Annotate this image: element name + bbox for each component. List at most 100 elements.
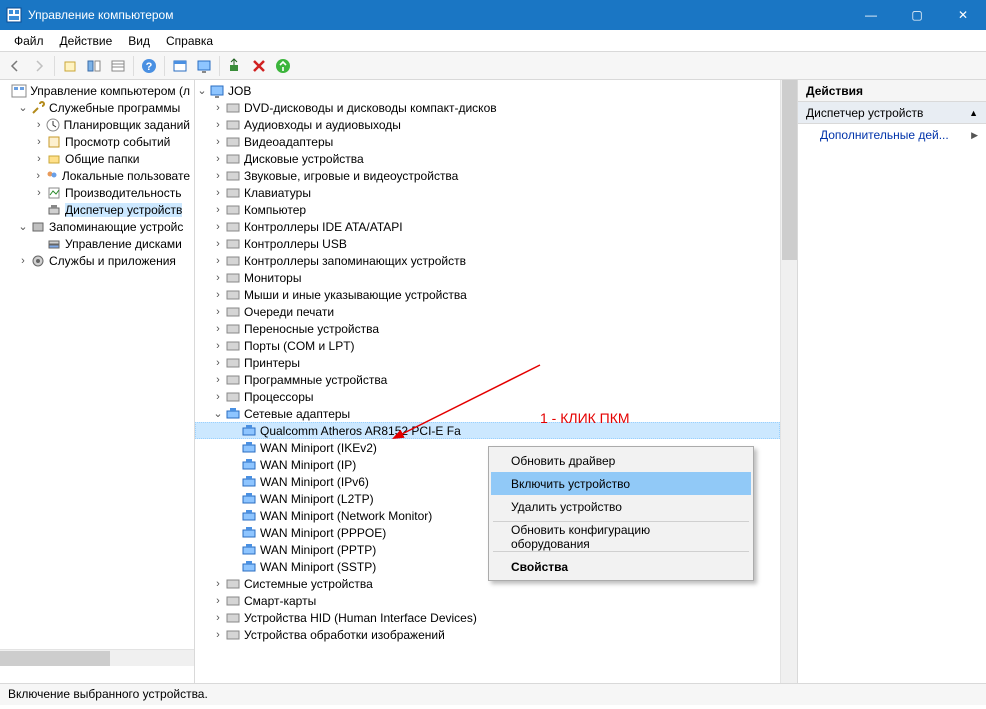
- monitor-icon[interactable]: [193, 55, 215, 77]
- perf-icon: [46, 185, 62, 201]
- category-icon: [225, 576, 241, 592]
- device-network-item[interactable]: Qualcomm Atheros AR8152 PCI-E Fa: [195, 422, 780, 439]
- ctx-scan-hardware[interactable]: Обновить конфигурацию оборудования: [491, 525, 751, 548]
- computer-icon: [209, 83, 225, 99]
- device-category[interactable]: ›Дисковые устройства: [195, 150, 780, 167]
- category-icon: [225, 117, 241, 133]
- category-icon: [225, 253, 241, 269]
- category-icon: [225, 287, 241, 303]
- adapter-icon: [241, 474, 257, 490]
- tree-event-viewer[interactable]: ›Просмотр событий: [0, 133, 194, 150]
- device-category[interactable]: ›Аудиовходы и аудиовыходы: [195, 116, 780, 133]
- ctx-enable-device[interactable]: Включить устройство: [491, 472, 751, 495]
- device-category[interactable]: ›Устройства HID (Human Interface Devices…: [195, 609, 780, 626]
- tree-task-scheduler[interactable]: ›Планировщик заданий: [0, 116, 194, 133]
- device-category[interactable]: ›Переносные устройства: [195, 320, 780, 337]
- tree-device-manager[interactable]: Диспетчер устройств: [0, 201, 194, 218]
- category-icon: [225, 168, 241, 184]
- adapter-icon: [241, 423, 257, 439]
- category-icon: [225, 185, 241, 201]
- device-category[interactable]: ›Очереди печати: [195, 303, 780, 320]
- navigation-tree[interactable]: Управление компьютером (л ⌄ Служебные пр…: [0, 80, 195, 683]
- device-category[interactable]: ›Принтеры: [195, 354, 780, 371]
- device-category[interactable]: ›Программные устройства: [195, 371, 780, 388]
- category-icon: [225, 304, 241, 320]
- device-category[interactable]: ›Клавиатуры: [195, 184, 780, 201]
- event-icon: [46, 134, 62, 150]
- device-category[interactable]: ›Контроллеры запоминающих устройств: [195, 252, 780, 269]
- device-category[interactable]: ›Контроллеры IDE ATA/ATAPI: [195, 218, 780, 235]
- delete-icon[interactable]: [248, 55, 270, 77]
- device-root[interactable]: ⌄JOB: [195, 82, 780, 99]
- category-icon: [225, 389, 241, 405]
- device-category[interactable]: ›Контроллеры USB: [195, 235, 780, 252]
- device-category[interactable]: ›Процессоры: [195, 388, 780, 405]
- tree-system-tools[interactable]: ⌄ Служебные программы: [0, 99, 194, 116]
- device-mgr-icon: [46, 202, 62, 218]
- minimize-button[interactable]: —: [848, 0, 894, 30]
- category-icon: [225, 338, 241, 354]
- menu-file[interactable]: Файл: [6, 32, 52, 50]
- collapse-icon[interactable]: ▲: [969, 108, 978, 118]
- adapter-icon: [241, 457, 257, 473]
- enable-icon[interactable]: [272, 55, 294, 77]
- device-category[interactable]: ›Мыши и иные указывающие устройства: [195, 286, 780, 303]
- category-icon: [225, 270, 241, 286]
- actions-section[interactable]: Диспетчер устройств ▲: [798, 102, 986, 124]
- tree-disk-mgmt[interactable]: Управление дисками: [0, 235, 194, 252]
- tree-shared-folders[interactable]: ›Общие папки: [0, 150, 194, 167]
- device-category[interactable]: ›Видеоадаптеры: [195, 133, 780, 150]
- statusbar: Включение выбранного устройства.: [0, 683, 986, 705]
- device-category[interactable]: ›Мониторы: [195, 269, 780, 286]
- category-icon: [225, 219, 241, 235]
- close-button[interactable]: ✕: [940, 0, 986, 30]
- share-icon: [46, 151, 62, 167]
- category-icon: [225, 236, 241, 252]
- chevron-right-icon: ▶: [971, 130, 978, 141]
- menu-help[interactable]: Справка: [158, 32, 221, 50]
- users-icon: [45, 168, 59, 184]
- adapter-icon: [241, 440, 257, 456]
- category-icon: [225, 593, 241, 609]
- tree-services[interactable]: ›Службы и приложения: [0, 252, 194, 269]
- menubar: Файл Действие Вид Справка: [0, 30, 986, 52]
- device-category[interactable]: ›Смарт-карты: [195, 592, 780, 609]
- left-scrollbar[interactable]: [0, 649, 194, 666]
- maximize-button[interactable]: ▢: [894, 0, 940, 30]
- context-menu: Обновить драйвер Включить устройство Уда…: [488, 446, 754, 581]
- toolbar: ?: [0, 52, 986, 80]
- back-button[interactable]: [4, 55, 26, 77]
- category-icon: [225, 610, 241, 626]
- menu-action[interactable]: Действие: [52, 32, 121, 50]
- help-icon[interactable]: ?: [138, 55, 160, 77]
- tree-root[interactable]: Управление компьютером (л: [0, 82, 194, 99]
- disk-icon: [46, 236, 62, 252]
- forward-button[interactable]: [28, 55, 50, 77]
- adapter-icon: [241, 559, 257, 575]
- device-category[interactable]: ›Устройства обработки изображений: [195, 626, 780, 643]
- view-icon[interactable]: [83, 55, 105, 77]
- device-category[interactable]: ›Компьютер: [195, 201, 780, 218]
- services-icon: [30, 253, 46, 269]
- device-category[interactable]: ›Порты (COM и LPT): [195, 337, 780, 354]
- device-category[interactable]: ›DVD-дисководы и дисководы компакт-диско…: [195, 99, 780, 116]
- annotation-text-1: 1 - КЛИК ПКМ: [540, 410, 630, 426]
- actions-more-link[interactable]: Дополнительные дей... ▶: [798, 124, 986, 146]
- category-icon: [225, 321, 241, 337]
- ctx-update-driver[interactable]: Обновить драйвер: [491, 449, 751, 472]
- view-detail-icon[interactable]: [107, 55, 129, 77]
- ctx-properties[interactable]: Свойства: [491, 555, 751, 578]
- scan-icon[interactable]: [224, 55, 246, 77]
- tree-storage[interactable]: ⌄Запоминающие устройс: [0, 218, 194, 235]
- category-icon: [225, 151, 241, 167]
- ctx-remove-device[interactable]: Удалить устройство: [491, 495, 751, 518]
- tree-local-users[interactable]: ›Локальные пользовате: [0, 167, 194, 184]
- device-network-adapters[interactable]: ⌄Сетевые адаптеры: [195, 405, 780, 422]
- window-icon[interactable]: [169, 55, 191, 77]
- menu-view[interactable]: Вид: [120, 32, 158, 50]
- middle-scrollbar[interactable]: [780, 80, 797, 683]
- device-category[interactable]: ›Звуковые, игровые и видеоустройства: [195, 167, 780, 184]
- tree-performance[interactable]: ›Производительность: [0, 184, 194, 201]
- properties-icon[interactable]: [59, 55, 81, 77]
- device-tree-pane[interactable]: ⌄JOB›DVD-дисководы и дисководы компакт-д…: [195, 80, 798, 683]
